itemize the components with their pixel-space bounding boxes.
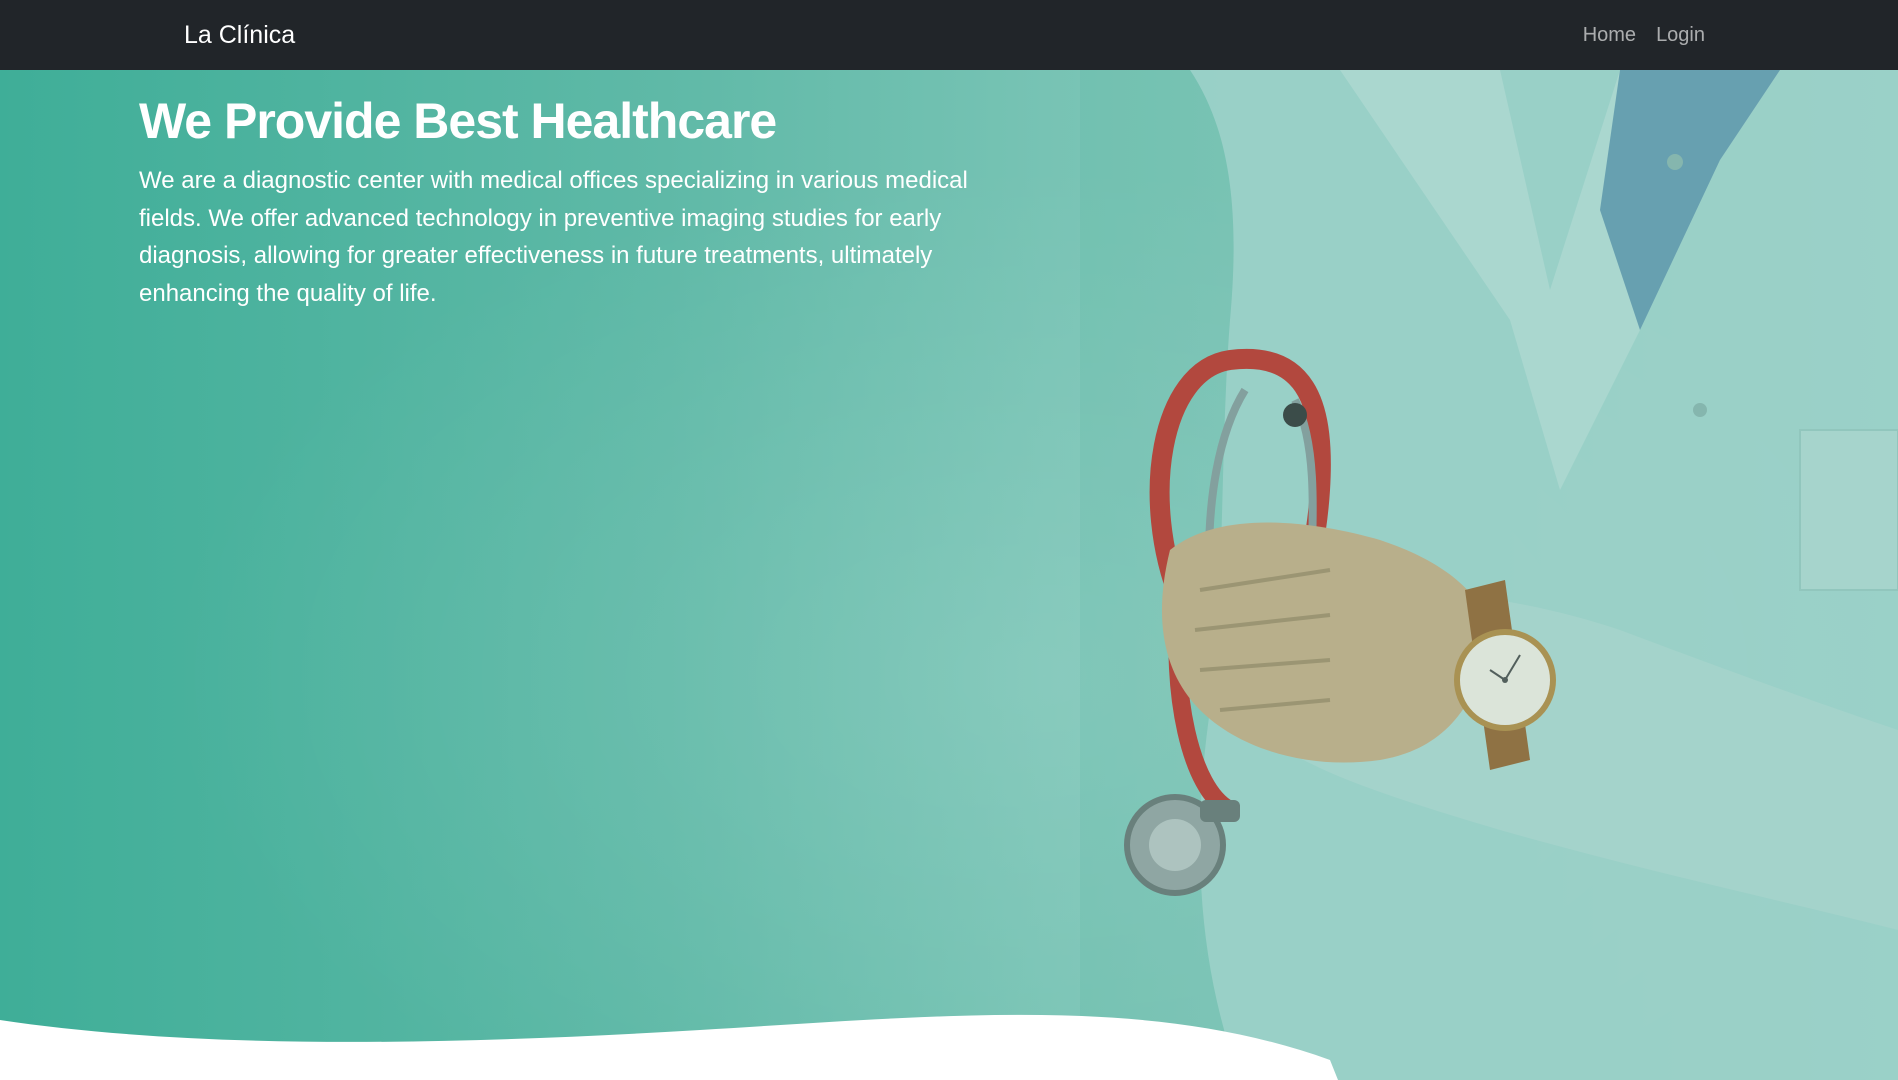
hero-content: We Provide Best Healthcare We are a diag… — [139, 90, 1029, 312]
brand-link[interactable]: La Clínica — [184, 20, 295, 50]
nav-login-link[interactable]: Login — [1656, 22, 1705, 48]
nav-home-link[interactable]: Home — [1583, 22, 1636, 48]
top-navbar: La Clínica Home Login — [0, 0, 1898, 70]
doctor-image — [1080, 70, 1898, 1080]
hero-section: We Provide Best Healthcare We are a diag… — [0, 70, 1898, 1080]
nav-links: Home Login — [1583, 22, 1705, 48]
hero-description: We are a diagnostic center with medical … — [139, 167, 968, 307]
hero-title: We Provide Best Healthcare — [139, 93, 777, 149]
hero-bottom-wave — [0, 1014, 1338, 1080]
